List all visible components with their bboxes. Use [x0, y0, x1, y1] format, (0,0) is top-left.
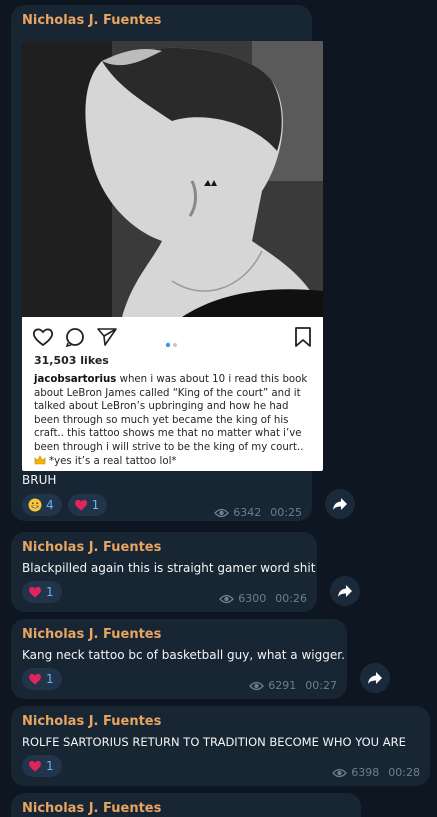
message-bubble[interactable]: Nicholas J. Fuentes Kang neck tattoo bc …	[11, 619, 347, 699]
view-count: 6300	[238, 592, 267, 605]
reaction-chip[interactable]: 1	[22, 581, 62, 603]
caption-username: jacobsartorius	[34, 374, 117, 385]
message-bubble[interactable]: Nicholas J. Fuentes ROLFE SARTORIUS RETU…	[11, 706, 430, 786]
message-time: 00:25	[270, 506, 302, 519]
message-time: 00:27	[305, 679, 337, 692]
carousel-dots	[165, 333, 179, 352]
message-bubble[interactable]: Nicholas J. Fuentes Blackpilled again th…	[11, 532, 317, 612]
send-icon[interactable]	[96, 327, 118, 351]
message-meta: 6398 00:28	[332, 766, 420, 779]
crown-emoji-icon	[34, 454, 46, 465]
views-eye-icon	[214, 508, 230, 517]
view-count: 6398	[351, 766, 380, 779]
instagram-screenshot[interactable]: 31,503 likes jacobsartorius when i was a…	[22, 41, 323, 471]
message-text: Blackpilled again this is straight gamer…	[22, 561, 316, 575]
reaction-count: 4	[46, 498, 54, 512]
views-eye-icon	[249, 681, 265, 690]
comment-icon[interactable]	[64, 327, 86, 351]
caption-text: when i was about 10 i read this book abo…	[34, 374, 308, 453]
reactions-row: 1	[22, 581, 62, 603]
post-likes-count: 31,503 likes	[34, 354, 109, 367]
caption-tail: *yes it’s a real tattoo lol*	[49, 455, 177, 467]
sender-name[interactable]: Nicholas J. Fuentes	[22, 627, 161, 642]
post-caption: jacobsartorius when i was about 10 i rea…	[34, 373, 316, 468]
message-meta: 6291 00:27	[249, 679, 337, 692]
view-count: 6342	[233, 506, 262, 519]
reaction-count: 1	[91, 498, 100, 512]
reaction-chip[interactable]: 1	[22, 668, 62, 690]
forward-arrow-icon	[333, 498, 347, 510]
red-heart-icon	[28, 759, 42, 773]
like-heart-icon[interactable]	[32, 327, 54, 351]
reaction-count: 1	[46, 759, 54, 773]
reactions-row: 1	[22, 668, 62, 690]
views-eye-icon	[219, 594, 235, 603]
message-time: 00:28	[388, 766, 420, 779]
forward-arrow-icon	[368, 672, 382, 684]
message-text: Kang neck tattoo bc of basketball guy, w…	[22, 648, 345, 662]
reaction-chip[interactable]: 1	[22, 755, 62, 777]
bookmark-icon[interactable]	[294, 327, 312, 351]
reaction-chip[interactable]: 4	[22, 494, 62, 516]
view-count: 6291	[268, 679, 297, 692]
forward-button[interactable]	[360, 663, 390, 693]
message-time: 00:26	[275, 592, 307, 605]
post-photo	[22, 41, 323, 317]
views-eye-icon	[332, 768, 348, 777]
red-heart-icon	[28, 585, 42, 599]
red-heart-icon	[28, 672, 42, 686]
reactions-row: 4 1	[22, 494, 108, 516]
sender-name[interactable]: Nicholas J. Fuentes	[22, 801, 161, 816]
sender-name[interactable]: Nicholas J. Fuentes	[22, 714, 161, 729]
forward-arrow-icon	[338, 585, 352, 597]
sender-name[interactable]: Nicholas J. Fuentes	[22, 13, 161, 28]
sender-name[interactable]: Nicholas J. Fuentes	[22, 540, 161, 555]
grinning-face-icon	[28, 498, 42, 512]
reaction-count: 1	[46, 585, 54, 599]
message-meta: 6300 00:26	[219, 592, 307, 605]
post-action-bar	[22, 323, 323, 351]
message-bubble[interactable]: Nicholas J. Fuentes	[11, 5, 323, 521]
message-text: BRUH	[22, 473, 57, 487]
forward-button[interactable]	[325, 489, 355, 519]
reaction-chip[interactable]: 1	[67, 494, 108, 516]
message-meta: 6342 00:25	[214, 506, 302, 519]
forward-button[interactable]	[330, 576, 360, 606]
reaction-count: 1	[46, 672, 54, 686]
reactions-row: 1	[22, 755, 62, 777]
red-heart-icon	[74, 498, 88, 512]
message-text: ROLFE SARTORIUS RETURN TO TRADITION BECO…	[22, 735, 406, 749]
message-bubble[interactable]: Nicholas J. Fuentes	[11, 793, 361, 817]
